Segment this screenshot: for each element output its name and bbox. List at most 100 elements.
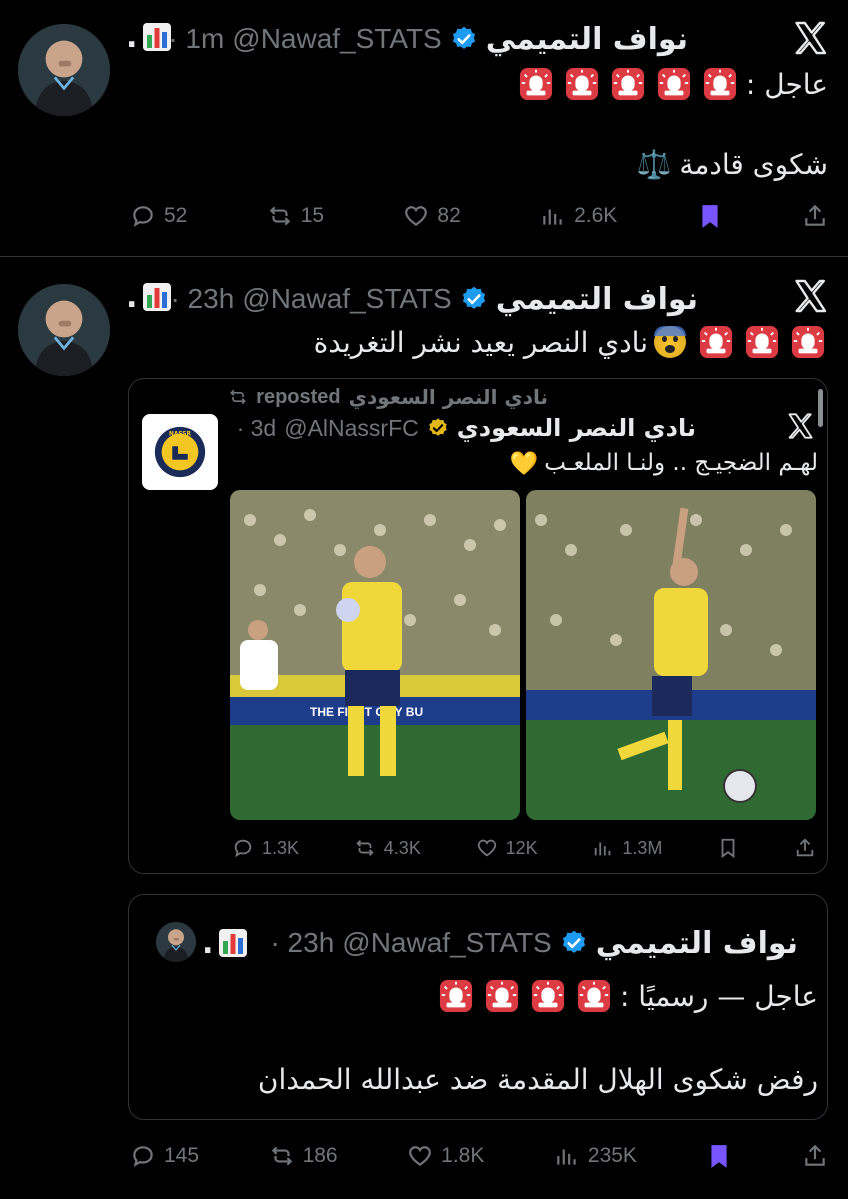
scale-emoji: ⚖️ bbox=[636, 147, 672, 181]
siren-emoji bbox=[791, 325, 825, 359]
repost-icon bbox=[271, 1146, 292, 1166]
quoted-line-2: رفض شكوى الهلال المقدمة ضد عبدالله الحمد… bbox=[257, 1063, 818, 1096]
nassr-logo-icon: NASSR bbox=[154, 426, 206, 478]
siren-emoji bbox=[703, 67, 737, 101]
name-suffix: . bbox=[202, 926, 214, 961]
share-button[interactable] bbox=[802, 203, 828, 229]
action-bar: 52 15 82 2.6K bbox=[130, 198, 828, 234]
reply-button[interactable]: 52 bbox=[130, 203, 187, 229]
scrollbar[interactable] bbox=[818, 389, 823, 427]
action-bar: 145 186 1.8K 235K bbox=[130, 1138, 828, 1174]
like-icon bbox=[405, 206, 428, 226]
like-button[interactable]: 82 bbox=[403, 203, 461, 229]
display-name[interactable]: نواف التميمي bbox=[486, 22, 688, 57]
x-logo-icon[interactable] bbox=[792, 20, 828, 56]
timestamp[interactable]: · 3d bbox=[237, 415, 277, 442]
verified-badge-icon bbox=[560, 929, 588, 957]
avatar[interactable] bbox=[18, 24, 110, 116]
yellow-heart-emoji: 💛 bbox=[509, 450, 539, 477]
tweet-header: نواف التميمي @Nawaf_STATS · 1m bbox=[168, 18, 688, 60]
handle[interactable]: @Nawaf_STATS bbox=[232, 23, 441, 55]
repost-button[interactable]: 186 bbox=[269, 1143, 338, 1169]
views-button[interactable]: 1.3M bbox=[592, 837, 662, 859]
handle[interactable]: @Nawaf_STATS bbox=[342, 927, 551, 959]
share-icon bbox=[805, 204, 825, 226]
reply-icon bbox=[234, 839, 252, 858]
divider bbox=[0, 256, 848, 257]
tweet-line-1: نادي النصر يعيد نشر التغريدة bbox=[314, 322, 828, 362]
handle[interactable]: @Nawaf_STATS bbox=[242, 283, 451, 315]
logo-text: NASSR bbox=[169, 432, 191, 438]
share-icon bbox=[796, 838, 814, 857]
bookmark-button[interactable] bbox=[717, 837, 739, 859]
tweet-header: نواف التميمي @Nawaf_STATS · 23h bbox=[170, 278, 698, 320]
siren-emoji bbox=[745, 325, 779, 359]
bookmark-icon bbox=[711, 1145, 728, 1168]
verified-badge-icon bbox=[427, 417, 449, 439]
views-icon bbox=[557, 1149, 576, 1165]
reposted-by-line: نادي النصر السعودي reposted bbox=[228, 384, 548, 410]
display-name[interactable]: نواف التميمي bbox=[496, 282, 698, 317]
x-logo-icon[interactable] bbox=[786, 412, 814, 440]
match-photo-right[interactable] bbox=[526, 490, 816, 820]
repost-icon bbox=[230, 389, 247, 405]
siren-emoji bbox=[577, 979, 611, 1013]
bar-chart-emoji bbox=[218, 928, 248, 958]
views-icon bbox=[543, 209, 562, 225]
siren-emoji bbox=[485, 979, 519, 1013]
x-logo-icon[interactable] bbox=[792, 278, 828, 314]
like-button[interactable]: 1.8K bbox=[407, 1143, 484, 1169]
tweet-line-2: ⚖️ شكوى قادمة bbox=[637, 144, 828, 184]
display-name[interactable]: نواف التميمي bbox=[596, 926, 798, 961]
tweet-text: لهـم الضجيـج .. ولنـا الملعـب bbox=[544, 450, 818, 476]
bookmark-icon bbox=[721, 838, 735, 859]
like-icon bbox=[477, 839, 496, 857]
display-name[interactable]: نادي النصر السعودي bbox=[457, 414, 696, 442]
tweet-text: عاجل : bbox=[745, 67, 828, 101]
views-icon bbox=[595, 842, 611, 856]
repost-icon bbox=[356, 840, 374, 856]
reposted-by-name[interactable]: نادي النصر السعودي bbox=[349, 385, 548, 409]
share-button[interactable] bbox=[802, 1143, 828, 1169]
views-button[interactable]: 235K bbox=[554, 1143, 637, 1169]
repost-button[interactable]: 15 bbox=[267, 203, 324, 229]
embedded-action-bar: 1.3K 4.3K 12K 1.3M bbox=[232, 832, 816, 864]
quoted-header: نواف التميمي @Nawaf_STATS · 23h bbox=[270, 922, 798, 964]
repost-button[interactable]: 4.3K bbox=[354, 837, 421, 859]
like-icon bbox=[409, 1146, 432, 1166]
avatar[interactable] bbox=[18, 284, 110, 376]
tweet-text: نادي النصر يعيد نشر التغريدة bbox=[313, 325, 648, 359]
bar-chart-emoji bbox=[142, 282, 172, 312]
reply-button[interactable]: 145 bbox=[130, 1143, 199, 1169]
views-button[interactable]: 2.6K bbox=[540, 203, 617, 229]
tweet-text: شكوى قادمة bbox=[679, 147, 828, 181]
siren-emoji bbox=[611, 67, 645, 101]
bookmark-button[interactable] bbox=[706, 1143, 732, 1169]
siren-emoji bbox=[531, 979, 565, 1013]
timestamp[interactable]: · 23h bbox=[270, 927, 334, 959]
club-logo[interactable]: NASSR bbox=[142, 414, 218, 490]
share-button[interactable] bbox=[794, 837, 816, 859]
embedded-text: 💛 لهـم الضجيـج .. ولنـا الملعـب bbox=[510, 448, 818, 478]
tweet-text: عاجل — رسميًا : bbox=[619, 979, 818, 1013]
like-button[interactable]: 12K bbox=[476, 837, 538, 859]
bar-chart-emoji bbox=[142, 22, 172, 52]
timestamp[interactable]: · 23h bbox=[170, 283, 234, 315]
handle[interactable]: @AlNassrFC bbox=[284, 415, 419, 442]
siren-emoji bbox=[439, 979, 473, 1013]
repost-icon bbox=[269, 206, 290, 226]
quoted-line-1: عاجل — رسميًا : bbox=[436, 976, 818, 1016]
avatar[interactable] bbox=[156, 922, 196, 962]
reply-button[interactable]: 1.3K bbox=[232, 837, 299, 859]
tweet-line-1: عاجل : bbox=[516, 64, 828, 104]
timestamp[interactable]: · 1m bbox=[168, 23, 224, 55]
reposted-label: reposted bbox=[256, 385, 341, 408]
siren-emoji bbox=[565, 67, 599, 101]
embedded-header: نادي النصر السعودي @AlNassrFC · 3d bbox=[237, 412, 696, 444]
ad-board-text: THE FIRST CITY BU bbox=[310, 705, 423, 719]
bookmark-button[interactable] bbox=[697, 203, 723, 229]
siren-emoji bbox=[657, 67, 691, 101]
reply-icon bbox=[133, 1146, 153, 1167]
match-photo-left[interactable]: THE FIRST CITY BU bbox=[230, 490, 520, 820]
siren-emoji bbox=[519, 67, 553, 101]
